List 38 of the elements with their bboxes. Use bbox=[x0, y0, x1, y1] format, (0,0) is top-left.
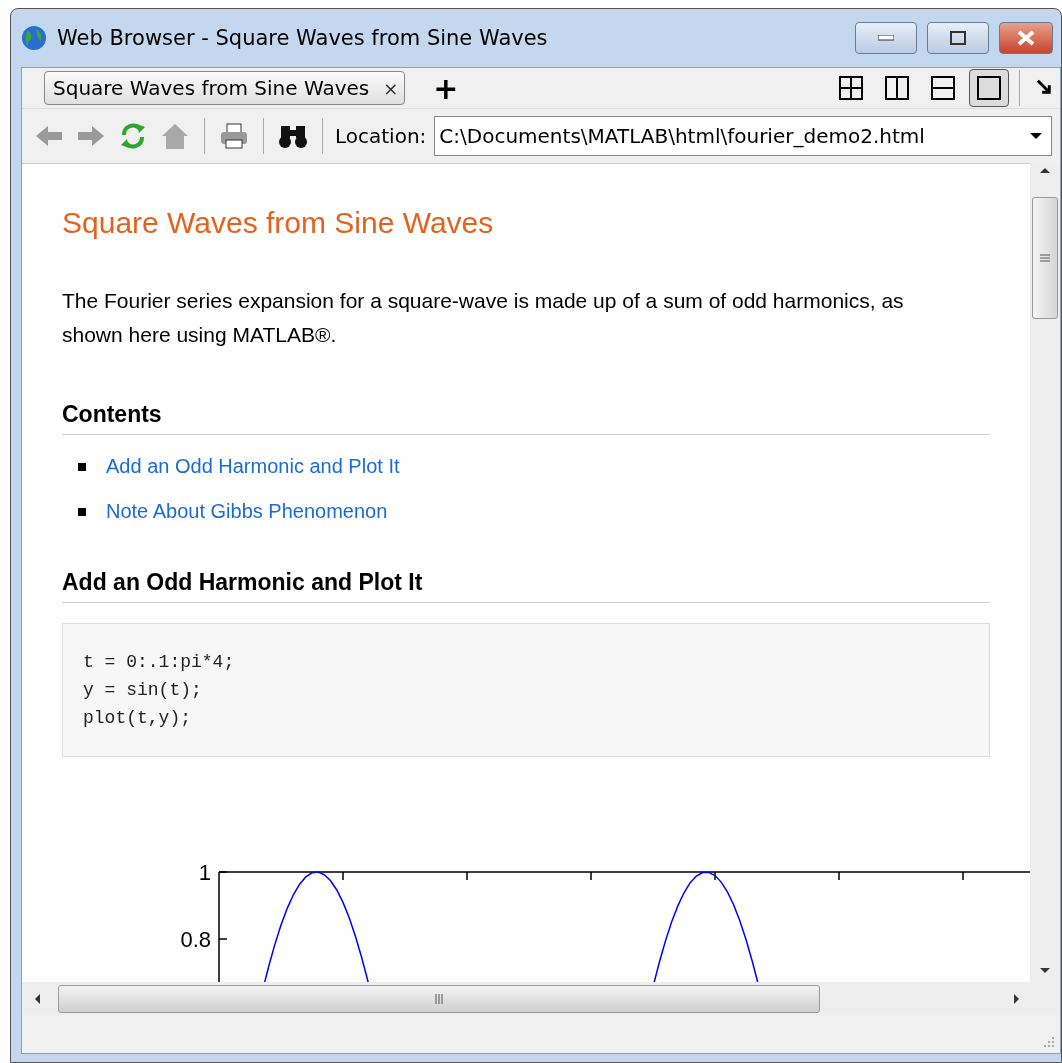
printer-icon[interactable] bbox=[219, 122, 249, 150]
rows-layout-icon bbox=[930, 75, 956, 101]
tab-label: Square Waves from Sine Waves bbox=[53, 76, 370, 100]
restore-button[interactable] bbox=[927, 22, 989, 54]
browser-tab[interactable]: Square Waves from Sine Waves × bbox=[44, 71, 406, 105]
binoculars-icon[interactable] bbox=[278, 123, 308, 149]
tick-label: 1 bbox=[198, 860, 211, 886]
code-line: plot(t,y); bbox=[83, 708, 193, 729]
restore-icon bbox=[950, 31, 966, 45]
columns-layout-icon bbox=[884, 75, 910, 101]
bullet-icon bbox=[78, 462, 86, 471]
layout-button[interactable] bbox=[969, 69, 1009, 107]
scroll-down-icon bbox=[1039, 967, 1051, 974]
grip-icon bbox=[434, 993, 444, 1004]
close-button[interactable] bbox=[999, 22, 1053, 54]
window-title: Web Browser - Square Waves from Sine Waves bbox=[57, 26, 549, 50]
close-icon bbox=[1017, 30, 1035, 46]
tab-close[interactable]: × bbox=[383, 77, 399, 99]
globe-icon bbox=[21, 25, 47, 51]
page-title: Square Waves from Sine Waves bbox=[62, 206, 495, 240]
new-tab-button[interactable]: + bbox=[433, 70, 825, 106]
section-heading: Add an Odd Harmonic and Plot It bbox=[62, 569, 990, 604]
resize-grip-icon bbox=[1042, 1035, 1056, 1049]
code-line: y = sin(t); bbox=[83, 680, 203, 701]
minimize-button[interactable] bbox=[855, 22, 917, 54]
single-layout-icon bbox=[976, 75, 1002, 101]
tick-label: 0.8 bbox=[180, 927, 211, 953]
location-field[interactable]: C:\Documents\MATLAB\html\fourier_demo2.html bbox=[434, 116, 1052, 156]
grid-layout-icon bbox=[838, 75, 864, 101]
intro-paragraph: The Fourier series expansion for a square-wave is made up of a sum of odd harmonics, as shown here using MATLAB®. bbox=[62, 288, 905, 348]
location-label: Location: bbox=[335, 124, 427, 148]
code-line: t = 0:.1:pi*4; bbox=[83, 652, 236, 673]
contents-link[interactable]: Note About Gibbs Phenomenon bbox=[106, 500, 388, 524]
contents-link[interactable]: Add an Odd Harmonic and Plot It bbox=[106, 455, 400, 479]
grip-icon bbox=[1040, 253, 1050, 263]
bullet-icon bbox=[78, 507, 86, 516]
contents-heading: Contents bbox=[62, 401, 990, 436]
minimize-icon bbox=[878, 35, 894, 41]
